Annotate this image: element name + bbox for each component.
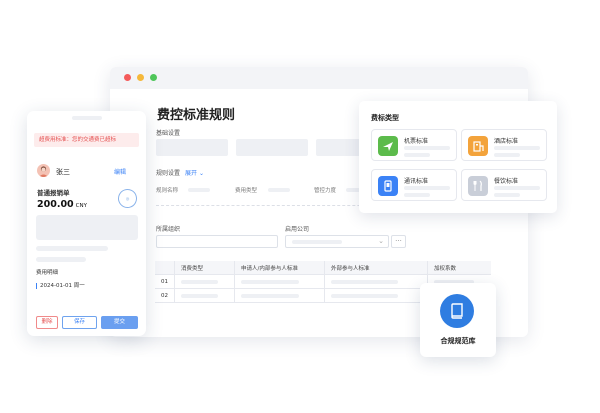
table-header-cell: 加权系数	[434, 265, 457, 272]
type-card-communication[interactable]: 通讯标准	[371, 169, 457, 201]
type-card-label: 通讯标准	[404, 178, 429, 185]
compliance-library-label: 合规规范库	[440, 337, 476, 345]
expense-detail-label: 费用明细	[36, 270, 59, 276]
avatar	[37, 164, 50, 177]
table-cell	[175, 289, 235, 302]
expense-standard-type-panel: 费标类型 机票标准 酒店标准 通讯标准 餐饮标准	[359, 101, 557, 213]
attachment-placeholder	[36, 215, 138, 240]
type-card-hotel[interactable]: 酒店标准	[461, 129, 547, 161]
basic-setting-field[interactable]	[156, 139, 228, 156]
basic-setting-field[interactable]	[236, 139, 308, 156]
row-index: 01	[155, 275, 175, 288]
chevron-down-icon: ⌄	[198, 170, 204, 177]
rule-name-label: 规则名称	[156, 188, 179, 194]
compliance-library-card[interactable]: 合规规范库	[420, 283, 496, 357]
rule-settings-label: 规则设置	[156, 170, 181, 177]
expense-type-value	[268, 188, 290, 192]
phone-icon	[378, 176, 398, 196]
table-header-cell: 消费类型	[175, 261, 235, 274]
mobile-expense-card: 超费用标准：您的交通费已超标 张三 编辑 普通报销单 200.00 CNY ◎ 费…	[27, 111, 146, 336]
type-card-label: 餐饮标准	[494, 178, 519, 185]
approved-stamp-icon: ◎	[115, 186, 140, 211]
table-header-cell: 申请人/内部参与人标准	[235, 261, 325, 274]
save-button[interactable]: 保存	[62, 316, 97, 329]
org-label: 所属组织	[156, 226, 181, 233]
amount-currency: CNY	[75, 203, 87, 209]
chevron-down-icon: ⌄	[378, 237, 384, 245]
row-index: 02	[155, 289, 175, 302]
hotel-icon	[468, 136, 488, 156]
expense-form-type: 普通报销单	[37, 189, 70, 197]
type-card-flight[interactable]: 机票标准	[371, 129, 457, 161]
edit-link[interactable]: 编辑	[114, 167, 126, 176]
maximize-window-dot[interactable]	[150, 74, 157, 81]
type-card-label: 酒店标准	[494, 138, 519, 145]
placeholder-line	[36, 257, 86, 262]
type-card-label: 机票标准	[404, 138, 429, 145]
control-level-label: 管控力度	[314, 188, 337, 194]
basic-settings-label: 基础设置	[156, 130, 181, 137]
table-cell	[175, 275, 235, 288]
book-icon	[440, 294, 474, 328]
window-titlebar	[110, 67, 528, 89]
more-options-button[interactable]: ···	[391, 235, 406, 248]
expense-date: 2024-01-01 周一	[36, 283, 85, 289]
table-header-cell: 外部参与人标准	[325, 261, 428, 274]
rule-settings-expand-toggle[interactable]: 展开 ⌄	[185, 168, 204, 177]
company-label: 启用公司	[285, 226, 310, 233]
dining-icon	[468, 176, 488, 196]
amount-value: 200.00	[37, 199, 74, 210]
rule-name-value	[188, 188, 210, 192]
expense-amount: 200.00 CNY	[37, 199, 87, 210]
type-card-dining[interactable]: 餐饮标准	[461, 169, 547, 201]
expand-toggle-label: 展开	[185, 170, 198, 177]
minimize-window-dot[interactable]	[137, 74, 144, 81]
phone-notch	[72, 116, 102, 120]
over-standard-alert: 超费用标准：您的交通费已超标	[34, 133, 139, 147]
org-select[interactable]	[156, 235, 278, 248]
table-cell	[325, 289, 428, 302]
close-window-dot[interactable]	[124, 74, 131, 81]
user-name: 张三	[56, 168, 70, 176]
page-title: 费控标准规则	[157, 108, 236, 123]
company-select-value	[292, 240, 342, 244]
company-select[interactable]: ⌄	[285, 235, 389, 248]
plane-ticket-icon	[378, 136, 398, 156]
table-cell	[235, 289, 325, 302]
table-header-row: 消费类型 申请人/内部参与人标准 外部参与人标准 加权系数	[155, 261, 491, 275]
submit-button[interactable]: 提交	[101, 316, 138, 329]
panel-title: 费标类型	[371, 114, 399, 122]
table-header-cell	[155, 261, 175, 274]
placeholder-line	[36, 246, 108, 251]
expense-type-label: 费用类型	[235, 188, 258, 194]
table-cell	[325, 275, 428, 288]
delete-button[interactable]: 删除	[36, 316, 58, 329]
table-cell	[235, 275, 325, 288]
